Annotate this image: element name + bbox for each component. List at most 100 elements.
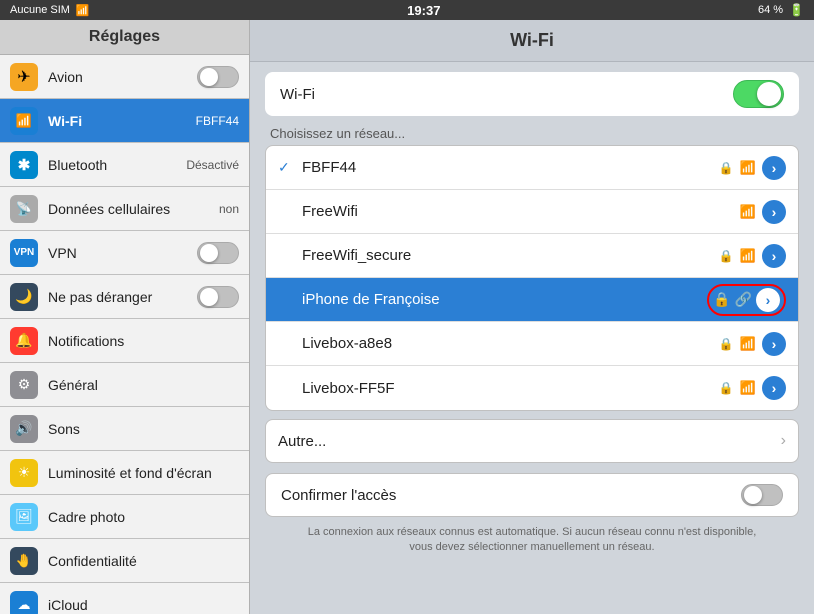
network-row-freewifi-secure[interactable]: FreeWifi_secure 🔒 📶 › bbox=[266, 234, 798, 278]
general-icon: ⚙ bbox=[10, 371, 38, 399]
wifi-status-icon: 📶 bbox=[76, 4, 90, 17]
bluetooth-label: Bluetooth bbox=[48, 157, 186, 173]
sidebar-item-donnees[interactable]: 📡 Données cellulaires non bbox=[0, 187, 249, 231]
network-name-iphone-francoise: iPhone de Françoise bbox=[302, 291, 707, 308]
sidebar-item-icloud[interactable]: ☁ iCloud bbox=[0, 583, 249, 614]
sons-label: Sons bbox=[48, 421, 239, 437]
autre-row[interactable]: Autre... › bbox=[265, 419, 799, 463]
content-area: Wi-Fi Wi-Fi Choisissez un réseau... ✓ FB… bbox=[250, 20, 814, 614]
sidebar-item-dnd[interactable]: 🌙 Ne pas déranger bbox=[0, 275, 249, 319]
detail-btn-iphone[interactable]: › bbox=[756, 288, 780, 312]
network-row-fbff44[interactable]: ✓ FBFF44 🔒 📶 › bbox=[266, 146, 798, 190]
connected-checkmark: ✓ bbox=[278, 159, 294, 176]
network-row-iphone-francoise[interactable]: iPhone de Françoise 🔒 🔗 › bbox=[266, 278, 798, 322]
notifications-icon: 🔔 bbox=[10, 327, 38, 355]
vpn-toggle[interactable] bbox=[197, 242, 239, 264]
signal-icon-freewifi-secure: 📶 bbox=[740, 248, 756, 264]
confirm-label: Confirmer l'accès bbox=[281, 487, 396, 504]
icloud-icon: ☁ bbox=[10, 591, 38, 614]
vpn-label: VPN bbox=[48, 245, 197, 261]
lock-icon-freewifi-secure: 🔒 bbox=[719, 249, 734, 263]
signal-icon-fbff44: 📶 bbox=[740, 160, 756, 176]
vpn-toggle-thumb bbox=[200, 244, 218, 262]
network-name-freewifi-secure: FreeWifi_secure bbox=[302, 247, 719, 264]
network-row-livebox-a8e8[interactable]: Livebox-a8e8 🔒 📶 › bbox=[266, 322, 798, 366]
status-bar: Aucune SIM 📶 19:37 64 % 🔋 bbox=[0, 0, 814, 20]
luminosite-icon: ☀ bbox=[10, 459, 38, 487]
avion-toggle-thumb bbox=[200, 68, 218, 86]
carrier-label: Aucune SIM bbox=[10, 4, 70, 16]
avion-toggle[interactable] bbox=[197, 66, 239, 88]
network-icons-freewifi-secure: 🔒 📶 › bbox=[719, 244, 786, 268]
battery-icon: 🔋 bbox=[789, 3, 804, 17]
lock-icon-fbff44: 🔒 bbox=[719, 161, 734, 175]
sidebar-item-sons[interactable]: 🔊 Sons bbox=[0, 407, 249, 451]
cadre-label: Cadre photo bbox=[48, 509, 239, 525]
detail-btn-freewifi[interactable]: › bbox=[762, 200, 786, 224]
detail-btn-freewifi-secure[interactable]: › bbox=[762, 244, 786, 268]
battery-label: 64 % bbox=[758, 4, 783, 16]
autre-label: Autre... bbox=[278, 433, 781, 450]
main-container: Réglages ✈ Avion 📶 Wi-Fi FBFF44 ✱ Blueto… bbox=[0, 20, 814, 614]
network-list: ✓ FBFF44 🔒 📶 › FreeWifi 📶 › bbox=[265, 145, 799, 411]
bluetooth-icon: ✱ bbox=[10, 151, 38, 179]
network-icons-freewifi: 📶 › bbox=[740, 200, 786, 224]
sidebar-item-notifications[interactable]: 🔔 Notifications bbox=[0, 319, 249, 363]
detail-btn-fbff44[interactable]: › bbox=[762, 156, 786, 180]
cadre-icon: 🖼 bbox=[10, 503, 38, 531]
sons-icon: 🔊 bbox=[10, 415, 38, 443]
network-name-livebox-ff5f: Livebox-FF5F bbox=[302, 380, 719, 397]
hotspot-icon-iphone: 🔗 bbox=[735, 291, 752, 308]
network-icons-livebox-ff5f: 🔒 📶 › bbox=[719, 376, 786, 400]
wifi-toggle-label: Wi-Fi bbox=[280, 86, 315, 103]
luminosite-label: Luminosité et fond d'écran bbox=[48, 465, 239, 481]
donnees-value: non bbox=[219, 202, 239, 216]
choose-network-label: Choisissez un réseau... bbox=[270, 126, 799, 141]
sidebar-item-confidentialite[interactable]: 🤚 Confidentialité bbox=[0, 539, 249, 583]
content-header: Wi-Fi bbox=[250, 20, 814, 62]
network-row-freewifi[interactable]: FreeWifi 📶 › bbox=[266, 190, 798, 234]
wifi-main-toggle[interactable] bbox=[733, 80, 784, 108]
donnees-label: Données cellulaires bbox=[48, 201, 219, 217]
vpn-icon: VPN bbox=[10, 239, 38, 267]
time-label: 19:37 bbox=[407, 3, 440, 18]
confidentialite-icon: 🤚 bbox=[10, 547, 38, 575]
sidebar-item-avion[interactable]: ✈ Avion bbox=[0, 55, 249, 99]
sidebar-item-luminosite[interactable]: ☀ Luminosité et fond d'écran bbox=[0, 451, 249, 495]
confirm-toggle[interactable] bbox=[741, 484, 783, 506]
wifi-label: Wi-Fi bbox=[48, 113, 196, 129]
confirm-section: Confirmer l'accès La connexion aux résea… bbox=[265, 473, 799, 564]
lock-icon-iphone: 🔒 bbox=[713, 291, 730, 308]
dnd-toggle[interactable] bbox=[197, 286, 239, 308]
signal-icon-livebox-ff5f: 📶 bbox=[740, 380, 756, 396]
sidebar-item-general[interactable]: ⚙ Général bbox=[0, 363, 249, 407]
signal-icon-livebox-a8e8: 📶 bbox=[740, 336, 756, 352]
icloud-label: iCloud bbox=[48, 597, 239, 613]
dnd-icon: 🌙 bbox=[10, 283, 38, 311]
bluetooth-value: Désactivé bbox=[186, 158, 239, 172]
general-label: Général bbox=[48, 377, 239, 393]
wifi-main-toggle-thumb bbox=[757, 82, 781, 106]
network-icons-fbff44: 🔒 📶 › bbox=[719, 156, 786, 180]
detail-btn-livebox-a8e8[interactable]: › bbox=[762, 332, 786, 356]
lock-icon-livebox-ff5f: 🔒 bbox=[719, 381, 734, 395]
status-right: 64 % 🔋 bbox=[758, 3, 804, 17]
sidebar-item-wifi[interactable]: 📶 Wi-Fi FBFF44 bbox=[0, 99, 249, 143]
avion-label: Avion bbox=[48, 69, 197, 85]
network-name-fbff44: FBFF44 bbox=[302, 159, 719, 176]
network-row-livebox-ff5f[interactable]: Livebox-FF5F 🔒 📶 › bbox=[266, 366, 798, 410]
detail-btn-livebox-ff5f[interactable]: › bbox=[762, 376, 786, 400]
sidebar-item-vpn[interactable]: VPN VPN bbox=[0, 231, 249, 275]
sidebar-item-cadre[interactable]: 🖼 Cadre photo bbox=[0, 495, 249, 539]
wifi-section: Wi-Fi Choisissez un réseau... ✓ FBFF44 🔒… bbox=[265, 72, 799, 463]
network-icons-livebox-a8e8: 🔒 📶 › bbox=[719, 332, 786, 356]
dnd-toggle-thumb bbox=[200, 288, 218, 306]
footer-text: La connexion aux réseaux connus est auto… bbox=[265, 517, 799, 564]
confirm-row: Confirmer l'accès bbox=[265, 473, 799, 517]
sidebar-item-bluetooth[interactable]: ✱ Bluetooth Désactivé bbox=[0, 143, 249, 187]
wifi-toggle-row: Wi-Fi bbox=[265, 72, 799, 116]
network-icons-iphone-francoise: 🔒 🔗 › bbox=[707, 284, 786, 316]
donnees-icon: 📡 bbox=[10, 195, 38, 223]
network-name-freewifi: FreeWifi bbox=[302, 203, 740, 220]
sidebar-header: Réglages bbox=[0, 20, 249, 55]
